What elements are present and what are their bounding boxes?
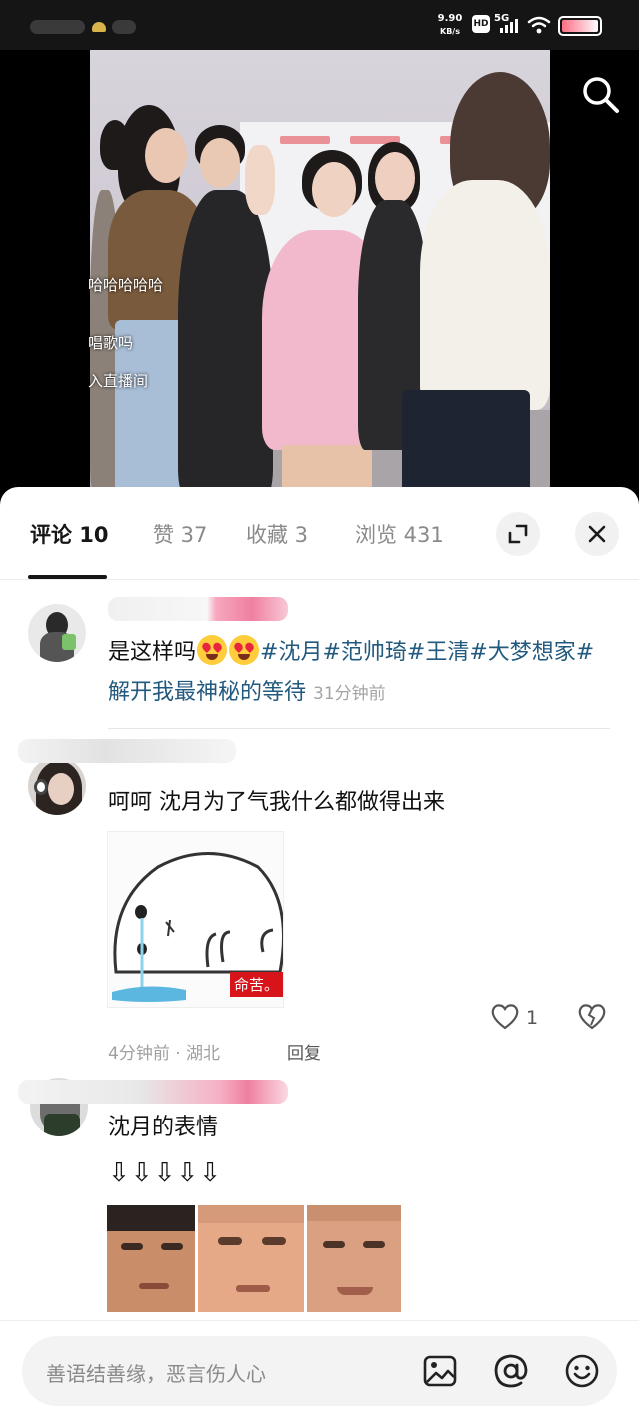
status-bar-left-blurred xyxy=(30,14,140,38)
comment-time: 4分钟前 xyxy=(108,1044,170,1064)
comment-text: 沈月的表情 xyxy=(108,1115,219,1140)
sticker-image[interactable]: 命苦。 xyxy=(107,831,284,1008)
comment-input-bar: 善语结善缘，恶言伤人心 xyxy=(0,1320,639,1421)
heart-like-icon[interactable] xyxy=(490,1003,520,1031)
reaction-face-image[interactable] xyxy=(307,1205,401,1312)
expand-icon xyxy=(508,524,528,544)
meta-separator: · xyxy=(175,1044,181,1064)
comment-meta: 4分钟前 · 湖北 xyxy=(108,1039,220,1064)
emoji-icon[interactable] xyxy=(563,1352,601,1390)
active-tab-indicator xyxy=(28,575,107,579)
dislike-broken-heart-icon[interactable] xyxy=(577,1003,607,1031)
tab-favorites[interactable]: 收藏 3 xyxy=(246,519,308,549)
sticker-caption: 命苦。 xyxy=(229,972,283,997)
expand-button[interactable] xyxy=(496,512,540,556)
video-overlay-text: 哈哈哈哈哈 xyxy=(88,276,164,294)
down-arrows: ⇩⇩⇩⇩⇩ xyxy=(108,1158,222,1188)
like-count: 1 xyxy=(526,1007,539,1029)
notification-icon xyxy=(92,22,106,32)
video-person xyxy=(420,180,550,410)
comment-location: 湖北 xyxy=(186,1044,221,1064)
image-icon[interactable] xyxy=(421,1352,459,1390)
avatar[interactable] xyxy=(28,604,86,662)
hd-icon: HD xyxy=(472,15,490,33)
network-speed: 9.90 KB/s xyxy=(432,12,468,38)
comment-text-lead: 是这样吗 xyxy=(108,640,197,665)
username-blurred xyxy=(18,739,236,763)
username-blurred xyxy=(108,597,288,621)
heart-eyes-emoji xyxy=(229,635,260,665)
battery-icon xyxy=(558,16,602,36)
comment-item: 沈月的表情 ⇩⇩⇩⇩⇩ xyxy=(0,1072,639,1322)
network-type-label: 5G xyxy=(494,13,510,24)
signal-icon: 5G xyxy=(494,13,522,35)
comment-divider xyxy=(108,728,610,729)
hashtag-link[interactable]: #大梦想家 xyxy=(469,640,575,665)
video-person xyxy=(178,190,273,500)
username-blurred xyxy=(18,1080,288,1104)
status-bar: 9.90 KB/s HD 5G xyxy=(0,0,639,50)
network-speed-value: 9.90 xyxy=(437,13,463,24)
comment-text: 是这样吗 #沈月#范帅琦#王清#大梦想家#解开我最神秘的等待 31分钟前 xyxy=(108,633,613,714)
tab-likes[interactable]: 赞 37 xyxy=(153,519,207,549)
comment-input-placeholder: 善语结善缘，恶言伤人心 xyxy=(46,1362,266,1386)
at-icon[interactable] xyxy=(492,1352,530,1390)
video-player[interactable]: 哈哈哈哈哈 唱歌吗 入直播间 xyxy=(0,50,639,500)
hashtag-link[interactable]: #范帅琦 xyxy=(322,640,406,665)
comment-item: 是这样吗 #沈月#范帅琦#王清#大梦想家#解开我最神秘的等待 31分钟前 xyxy=(0,587,639,727)
heart-eyes-emoji xyxy=(197,635,228,665)
comment-text: 呵呵 沈月为了气我什么都做得出来 xyxy=(108,790,445,815)
close-button[interactable] xyxy=(575,512,619,556)
video-overlay-text: 唱歌吗 xyxy=(88,334,134,352)
hashtag-link[interactable]: #沈月 xyxy=(260,640,322,665)
comment-time: 31分钟前 xyxy=(313,684,386,704)
reply-button[interactable]: 回复 xyxy=(287,1039,321,1064)
network-speed-unit: KB/s xyxy=(440,27,460,36)
comment-input[interactable]: 善语结善缘，恶言伤人心 xyxy=(22,1336,617,1406)
video-overlay-text: 入直播间 xyxy=(88,372,149,390)
comment-item: 呵呵 沈月为了气我什么都做得出来 命苦。 4分钟前 · 湖北 回复 1 xyxy=(0,737,639,1064)
wifi-icon xyxy=(527,16,551,34)
comments-sheet: 评论 10 赞 37 收藏 3 浏览 431 是这样吗 #沈月#范帅琦#王清#大梦… xyxy=(0,487,639,1421)
reaction-face-image[interactable] xyxy=(107,1205,195,1312)
search-icon[interactable] xyxy=(580,74,622,116)
tab-comments[interactable]: 评论 10 xyxy=(30,519,109,549)
hashtag-link[interactable]: #王清 xyxy=(407,640,469,665)
comments-tabs: 评论 10 赞 37 收藏 3 浏览 431 xyxy=(0,487,639,580)
close-icon xyxy=(588,525,606,543)
reaction-face-image[interactable] xyxy=(198,1205,304,1312)
tab-views[interactable]: 浏览 431 xyxy=(355,519,444,549)
avatar[interactable] xyxy=(28,757,86,815)
